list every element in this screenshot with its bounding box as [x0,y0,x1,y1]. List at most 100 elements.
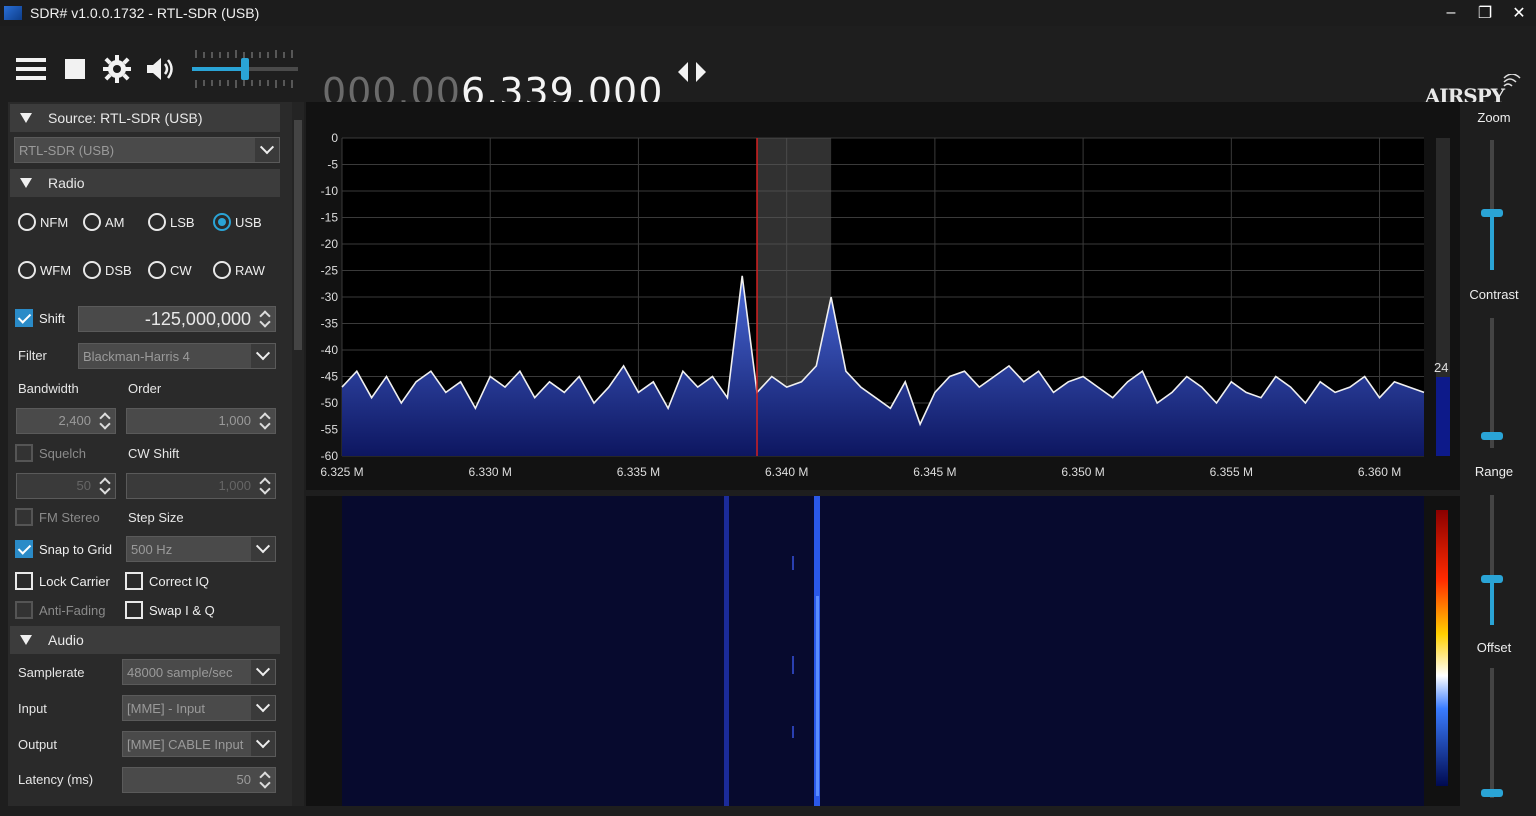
range-slider-fill [1490,578,1494,625]
y-tick-label: -5 [327,158,338,172]
offset-label: Offset [1476,640,1512,655]
shift-checkbox[interactable]: Shift [15,309,65,327]
app-icon [4,6,22,20]
step-size-select[interactable]: 500 Hz [126,536,276,562]
x-tick-label: 6.360 M [1358,465,1401,479]
range-slider-thumb[interactable] [1481,575,1503,583]
stop-icon[interactable] [62,54,94,84]
menu-icon[interactable] [14,54,46,84]
y-tick-label: -35 [321,317,339,331]
y-tick-label: -30 [321,290,339,304]
chevron-down-icon[interactable] [251,344,275,368]
tuning-arrows-icon[interactable] [674,58,710,86]
contrast-slider-thumb[interactable] [1481,432,1503,440]
chevron-down-icon[interactable] [255,138,279,162]
mode-radio-lsb[interactable]: LSB [148,213,195,231]
collapse-icon [20,635,32,645]
spin-arrows-icon[interactable] [259,477,271,495]
waterfall-display[interactable] [306,496,1460,806]
mode-radio-usb[interactable]: USB [213,213,262,231]
chevron-down-icon[interactable] [251,696,275,720]
checkbox-checked-icon [15,540,33,558]
x-tick-label: 6.345 M [913,465,956,479]
control-panel: Source: RTL-SDR (USB) RTL-SDR (USB) Radi… [8,102,304,806]
source-section-header[interactable]: Source: RTL-SDR (USB) [10,104,280,132]
chevron-down-icon[interactable] [251,732,275,756]
restore-button[interactable]: ❐ [1468,0,1502,26]
waterfall-signal-dot [792,726,794,738]
radio-icon [18,213,36,231]
cw-shift-input[interactable]: 1,000 [126,473,276,499]
squelch-input[interactable]: 50 [16,473,116,499]
radio-icon [148,261,166,279]
contrast-slider-track[interactable] [1490,318,1494,448]
snap-to-grid-checkbox[interactable]: Snap to Grid [15,540,112,558]
checkbox-checked-icon [15,309,33,327]
spin-arrows-icon[interactable] [99,412,111,430]
waterfall-plot[interactable] [306,496,1460,806]
volume-thumb[interactable] [241,58,249,80]
mode-radio-cw[interactable]: CW [148,261,192,279]
gear-icon[interactable] [102,54,134,84]
radio-icon [83,261,101,279]
mode-radio-nfm[interactable]: NFM [18,213,68,231]
device-select[interactable]: RTL-SDR (USB) [14,137,280,163]
filter-select[interactable]: Blackman-Harris 4 [78,343,276,369]
checkbox-icon [15,444,33,462]
scrollbar-thumb[interactable] [294,120,302,350]
fm-stereo-checkbox[interactable]: FM Stereo [15,508,100,526]
y-tick-label: -25 [321,264,339,278]
title-bar: SDR# v1.0.0.1732 - RTL-SDR (USB) – ❐ ✕ [0,0,1536,26]
offset-slider-thumb[interactable] [1481,789,1503,797]
spin-arrows-icon[interactable] [259,310,271,328]
samplerate-select[interactable]: 48000 sample/sec [122,659,276,685]
bandwidth-input[interactable]: 2,400 [16,408,116,434]
speaker-icon[interactable] [144,54,176,84]
waterfall-signal-line [724,496,729,806]
zoom-slider-thumb[interactable] [1481,209,1503,217]
mode-radio-am[interactable]: AM [83,213,125,231]
radio-section-header[interactable]: Radio [10,169,280,197]
correct-iq-checkbox[interactable]: Correct IQ [125,572,209,590]
x-tick-label: 6.330 M [469,465,512,479]
cw-shift-label: CW Shift [128,446,180,461]
y-tick-label: -55 [321,423,339,437]
waterfall-signal-dot [792,656,794,674]
waterfall-color-scale [1436,510,1448,786]
mode-radio-raw[interactable]: RAW [213,261,265,279]
filter-label: Filter [18,348,47,363]
shift-input[interactable]: -125,000,000 [78,306,276,332]
squelch-checkbox[interactable]: Squelch [15,444,86,462]
order-input[interactable]: 1,000 [126,408,276,434]
chevron-down-icon[interactable] [251,537,275,561]
lock-carrier-checkbox[interactable]: Lock Carrier [15,572,110,590]
spectrum-analyzer[interactable]: 0 -5 -10 -15 -20 -25 -30 -35 -40 -45 -50 -55 -60 6.3… [306,102,1460,490]
offset-slider-track[interactable] [1490,668,1494,798]
volume-slider[interactable] [190,44,302,94]
spectrum-plot[interactable]: 0 -5 -10 -15 -20 -25 -30 -35 -40 -45 -50 -55 -60 6.3… [306,102,1460,490]
spin-arrows-icon[interactable] [259,412,271,430]
audio-input-select[interactable]: [MME] - Input [122,695,276,721]
spin-arrows-icon[interactable] [99,477,111,495]
audio-section-header[interactable]: Audio [10,626,280,654]
minimize-button[interactable]: – [1434,0,1468,26]
zoom-slider-fill [1490,212,1494,270]
swap-iq-checkbox[interactable]: Swap I & Q [125,601,215,619]
checkbox-icon [15,508,33,526]
close-button[interactable]: ✕ [1502,0,1536,26]
chevron-down-icon[interactable] [251,660,275,684]
spin-arrows-icon[interactable] [259,771,271,789]
samplerate-label: Samplerate [18,665,85,680]
mode-radio-wfm[interactable]: WFM [18,261,71,279]
radio-icon [83,213,101,231]
anti-fading-checkbox[interactable]: Anti-Fading [15,601,105,619]
audio-output-select[interactable]: [MME] CABLE Input [122,731,276,757]
x-tick-label: 6.340 M [765,465,808,479]
collapse-icon [20,113,32,123]
latency-input[interactable]: 50 [122,767,276,793]
waterfall-signal-line [816,596,819,796]
radio-icon [213,261,231,279]
window-title: SDR# v1.0.0.1732 - RTL-SDR (USB) [30,5,260,21]
mode-radio-dsb[interactable]: DSB [83,261,132,279]
level-meter-fill [1436,377,1450,456]
